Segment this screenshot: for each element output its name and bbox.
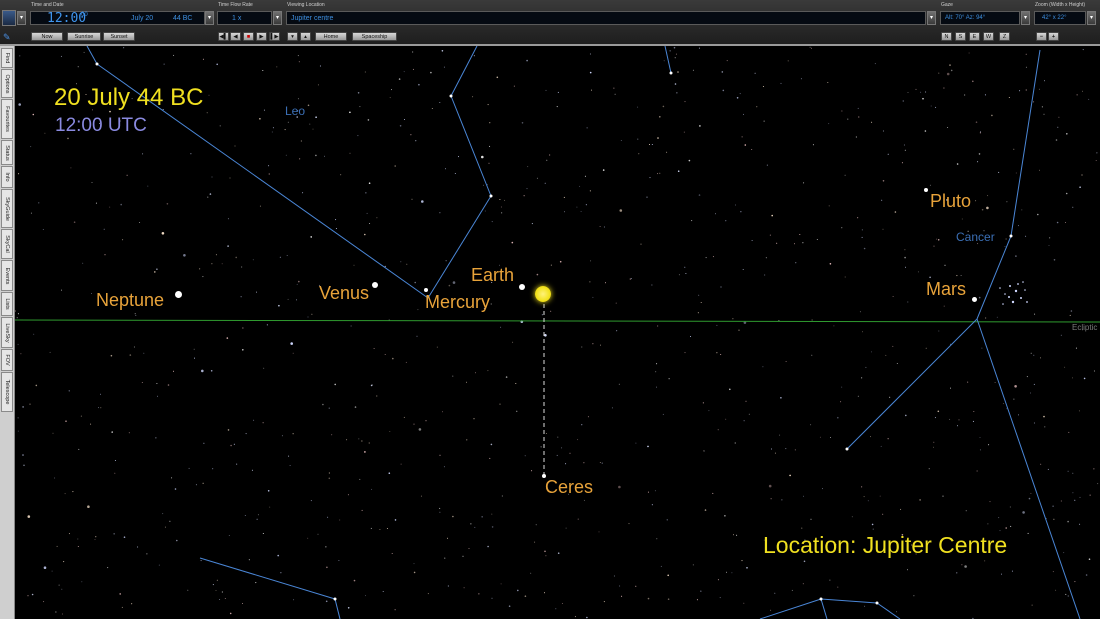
venus-dot[interactable] (372, 282, 378, 288)
ecliptic-label: Ecliptic (1072, 323, 1098, 332)
sidebar-tab-skyguide[interactable]: SkyGuide (1, 189, 13, 228)
pluto-dot[interactable] (924, 188, 928, 192)
sidebar-tab-lists[interactable]: Lists (1, 292, 13, 316)
gaze-west-button[interactable]: W (983, 32, 994, 41)
cancer-label[interactable]: Cancer (956, 230, 995, 244)
gaze-dropdown[interactable]: ▾ (1021, 11, 1030, 25)
lower-constellation-lines (199, 557, 901, 619)
viewing-location-label: Viewing Location (287, 2, 325, 8)
time-flow-value[interactable]: 1 x (232, 15, 241, 22)
year-value[interactable]: 44 BC (173, 15, 192, 22)
sidebar-tab-telescope[interactable]: Telescope (1, 372, 13, 412)
app-menu-dropdown[interactable]: ▾ (17, 11, 26, 25)
date-overlay: 20 July 44 BC (54, 84, 204, 111)
location-overlay: Location: Jupiter Centre (763, 532, 1008, 558)
beehive-cluster (999, 281, 1028, 305)
app-menu-icon[interactable] (2, 10, 16, 26)
mercury-label[interactable]: Mercury (425, 292, 490, 313)
earth-dot[interactable] (519, 284, 525, 290)
pin-icon[interactable]: ✎ (3, 32, 11, 43)
sidebar-tab-skycal[interactable]: SkyCal (1, 229, 13, 259)
play-back-icon[interactable]: ◀ (230, 32, 241, 41)
viewing-location-display[interactable]: Jupiter centre (286, 11, 926, 25)
spaceship-button[interactable]: Spaceship (352, 32, 397, 41)
ceres-label[interactable]: Ceres (545, 477, 593, 498)
sidebar-tab-livesky[interactable]: LiveSky (1, 317, 13, 348)
constellation-stars (95, 62, 1013, 605)
time-date-dropdown[interactable]: ▾ (205, 11, 214, 25)
viewing-location-dropdown[interactable]: ▾ (927, 11, 936, 25)
time-date-label: Time and Date (31, 2, 64, 8)
gaze-east-button[interactable]: E (969, 32, 980, 41)
zoom-label: Zoom (Width x Height) (1035, 2, 1086, 8)
sidebar: Find Options Favourites Status Info SkyG… (0, 46, 15, 619)
sunrise-button[interactable]: Sunrise (67, 32, 101, 41)
pluto-label[interactable]: Pluto (930, 191, 971, 212)
location-down-icon[interactable]: ▾ (287, 32, 298, 41)
time-flow-dropdown[interactable]: ▾ (273, 11, 282, 25)
location-up-icon[interactable]: ▴ (300, 32, 311, 41)
zoom-display[interactable]: 42° x 22° (1034, 11, 1086, 25)
sidebar-tab-info[interactable]: Info (1, 166, 13, 188)
gaze-zenith-button[interactable]: Z (999, 32, 1010, 41)
play-forward-icon[interactable]: ▶ (256, 32, 267, 41)
gaze-south-button[interactable]: S (955, 32, 966, 41)
mars-dot[interactable] (972, 297, 977, 302)
time-date-display[interactable]: 12:00 00 July 20 44 BC (30, 11, 205, 26)
skip-forward-icon[interactable]: ▌▶ (269, 32, 280, 41)
sidebar-tab-events[interactable]: Events (1, 260, 13, 291)
time-flow-display[interactable]: 1 x (217, 11, 272, 25)
mars-label[interactable]: Mars (926, 279, 966, 300)
zoom-value[interactable]: 42° x 22° (1042, 15, 1066, 21)
gaze-north-button[interactable]: N (941, 32, 952, 41)
date-value[interactable]: July 20 (131, 15, 153, 22)
home-button[interactable]: Home (315, 32, 347, 41)
now-button[interactable]: Now (31, 32, 63, 41)
gaze-value[interactable]: Alt: 70° Az: 94° (945, 15, 985, 21)
leo-label[interactable]: Leo (285, 104, 305, 118)
venus-label[interactable]: Venus (319, 283, 369, 304)
gaze-label: Gaze (941, 2, 953, 8)
zoom-out-icon[interactable]: − (1036, 32, 1047, 41)
earth-label[interactable]: Earth (471, 265, 514, 286)
sun-icon[interactable] (535, 286, 551, 302)
sidebar-tab-options[interactable]: Options (1, 69, 13, 98)
skip-back-icon[interactable]: ◀▌ (218, 32, 229, 41)
gaze-display[interactable]: Alt: 70° Az: 94° (940, 11, 1020, 25)
seconds-value[interactable]: 00 (81, 12, 88, 18)
sidebar-tab-favourites[interactable]: Favourites (1, 99, 13, 139)
sunset-button[interactable]: Sunset (103, 32, 135, 41)
viewing-location-value[interactable]: Jupiter centre (291, 15, 333, 22)
sidebar-tab-status[interactable]: Status (1, 140, 13, 165)
neptune-dot[interactable] (175, 291, 182, 298)
stop-icon[interactable]: ■ (243, 32, 254, 41)
sidebar-tab-find[interactable]: Find (1, 48, 13, 68)
toolbar: ▾ ✎ Time and Date 12:00 00 July 20 44 BC… (0, 0, 1100, 45)
sidebar-tab-fov[interactable]: FOV (1, 349, 13, 371)
neptune-label[interactable]: Neptune (96, 290, 164, 311)
sky-view[interactable]: Neptune Venus Mercury Earth Ceres Pluto … (15, 46, 1100, 619)
time-overlay: 12:00 UTC (55, 115, 147, 136)
zoom-in-icon[interactable]: + (1048, 32, 1059, 41)
zoom-dropdown[interactable]: ▾ (1087, 11, 1096, 25)
time-flow-label: Time Flow Rate (218, 2, 253, 8)
ecliptic-line (15, 319, 1100, 323)
